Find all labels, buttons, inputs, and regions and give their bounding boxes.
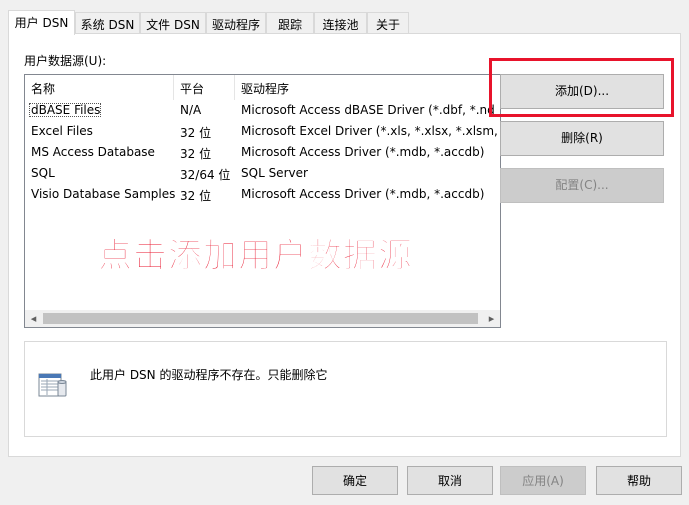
row-platform: 32/64 位: [180, 168, 231, 182]
ok-button[interactable]: 确定: [312, 466, 398, 495]
cancel-button[interactable]: 取消: [407, 466, 493, 495]
table-row[interactable]: Visio Database Samples 32 位 Microsoft Ac…: [25, 184, 500, 205]
help-button[interactable]: 帮助: [596, 466, 682, 495]
remove-button[interactable]: 删除(R): [500, 121, 664, 156]
scroll-right-icon[interactable]: ▸: [483, 310, 500, 327]
row-platform: 32 位: [180, 189, 212, 203]
row-driver: SQL Server: [241, 166, 308, 180]
annotation-text: 点击添加用户数据源: [98, 236, 413, 277]
info-message: 此用户 DSN 的驱动程序不存在。只能删除它: [90, 368, 328, 382]
horizontal-scrollbar[interactable]: ◂ ▸: [25, 310, 500, 327]
row-driver: Microsoft Access Driver (*.mdb, *.accdb): [241, 145, 485, 159]
scroll-left-icon[interactable]: ◂: [25, 310, 42, 327]
tab-about[interactable]: 关于: [367, 12, 409, 34]
column-header-platform[interactable]: 平台: [174, 75, 232, 100]
row-driver: Microsoft Access dBASE Driver (*.dbf, *.…: [241, 103, 495, 117]
tab-file-dsn[interactable]: 文件 DSN: [140, 12, 206, 34]
row-name: Visio Database Samples: [31, 187, 176, 201]
row-name: SQL: [31, 166, 55, 180]
row-platform: N/A: [180, 103, 202, 117]
datasource-icon: [38, 373, 67, 397]
tab-tracing[interactable]: 跟踪: [266, 12, 314, 34]
data-sources-list[interactable]: 名称 平台 驱动程序 dBASE Files N/A Microsoft Acc…: [24, 74, 501, 328]
configure-button[interactable]: 配置(C)...: [500, 168, 664, 203]
row-driver: Microsoft Access Driver (*.mdb, *.accdb): [241, 187, 485, 201]
list-header: 名称 平台 驱动程序: [25, 75, 500, 100]
table-row[interactable]: SQL 32/64 位 SQL Server: [25, 163, 500, 184]
column-header-name[interactable]: 名称: [25, 75, 171, 100]
tab-drivers[interactable]: 驱动程序: [206, 12, 266, 34]
column-header-driver[interactable]: 驱动程序: [235, 75, 500, 100]
tab-user-dsn[interactable]: 用户 DSN: [8, 10, 75, 35]
user-data-sources-label: 用户数据源(U):: [24, 54, 107, 68]
table-row[interactable]: dBASE Files N/A Microsoft Access dBASE D…: [25, 100, 500, 121]
row-platform: 32 位: [180, 147, 212, 161]
scrollbar-thumb[interactable]: [43, 313, 478, 324]
row-name: Excel Files: [31, 124, 93, 138]
table-row[interactable]: MS Access Database 32 位 Microsoft Access…: [25, 142, 500, 163]
row-driver: Microsoft Excel Driver (*.xls, *.xlsx, *…: [241, 124, 501, 138]
info-box: 此用户 DSN 的驱动程序不存在。只能删除它: [24, 341, 667, 437]
tab-connection-pooling[interactable]: 连接池: [314, 12, 367, 34]
row-name: MS Access Database: [31, 145, 155, 159]
apply-button[interactable]: 应用(A): [500, 466, 586, 495]
highlight-box: [489, 58, 674, 117]
row-platform: 32 位: [180, 126, 212, 140]
table-row[interactable]: Excel Files 32 位 Microsoft Excel Driver …: [25, 121, 500, 142]
row-name: dBASE Files: [29, 103, 101, 117]
tab-system-dsn[interactable]: 系统 DSN: [75, 12, 140, 34]
